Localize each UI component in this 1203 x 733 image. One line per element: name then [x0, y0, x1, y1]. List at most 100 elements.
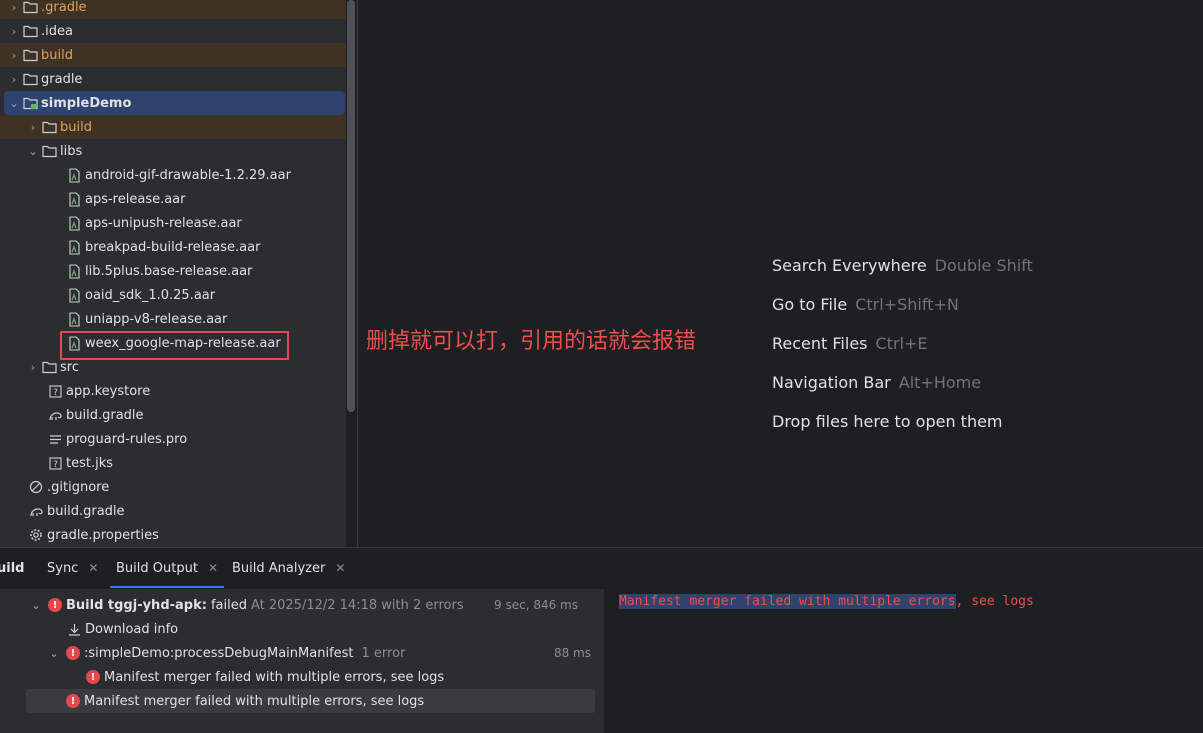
hint-action: Search Everywhere	[772, 256, 927, 275]
build-root-label: Build tggj-yhd-apk:	[66, 597, 207, 613]
tree-item-build-module[interactable]: › build	[0, 115, 346, 139]
error-icon: !	[86, 670, 100, 684]
tree-item-file[interactable]: ? app.keystore	[0, 379, 346, 403]
tree-item-label: .gitignore	[47, 479, 110, 495]
tree-item-libs[interactable]: ⌄ libs	[0, 139, 346, 163]
tree-item-aar[interactable]: aps-unipush-release.aar	[0, 211, 346, 235]
chevron-down-icon[interactable]: ⌄	[25, 145, 41, 158]
gradle-file-icon	[47, 407, 63, 423]
chevron-right-icon[interactable]: ›	[6, 1, 22, 14]
build-detail: At 2025/12/2 14:18 with 2 errors	[250, 597, 464, 613]
build-tab-bar: uild Sync ✕ Build Output ✕ Build Analyzer ✕	[0, 548, 1203, 588]
tree-item-file[interactable]: ? test.jks	[0, 451, 346, 475]
tree-item-aar[interactable]: uniapp-v8-release.aar	[0, 307, 346, 331]
tree-item-aar[interactable]: android-gif-drawable-1.2.29.aar	[0, 163, 346, 187]
tree-item-aar[interactable]: aps-release.aar	[0, 187, 346, 211]
console-line: Manifest merger failed with multiple err…	[619, 594, 1034, 609]
tree-item-label: breakpad-build-release.aar	[85, 239, 261, 255]
chevron-right-icon[interactable]: ›	[6, 73, 22, 86]
tree-item-label: .idea	[41, 23, 73, 39]
tree-item-label: proguard-rules.pro	[66, 431, 188, 447]
task-label: :simpleDemo:processDebugMainManifest	[84, 645, 354, 661]
folder-icon	[22, 71, 38, 87]
download-info-row[interactable]: Download info	[66, 617, 178, 641]
tree-item-label: android-gif-drawable-1.2.29.aar	[85, 167, 291, 183]
tab-sync[interactable]: Sync ✕	[47, 548, 98, 588]
close-icon[interactable]: ✕	[88, 561, 98, 575]
chevron-right-icon[interactable]: ›	[6, 49, 22, 62]
hint-recent-files: Recent Files Ctrl+E	[772, 334, 927, 353]
keystore-file-icon: ?	[47, 383, 63, 399]
tree-item-gradle-dir[interactable]: › .gradle	[0, 0, 346, 19]
folder-icon	[41, 359, 57, 375]
aar-file-icon	[66, 191, 82, 207]
tab-label: Build Analyzer	[232, 560, 326, 576]
tree-item-idea[interactable]: › .idea	[0, 19, 346, 43]
chevron-right-icon[interactable]: ›	[25, 121, 41, 134]
tree-item-aar[interactable]: breakpad-build-release.aar	[0, 235, 346, 259]
error-row-selected[interactable]: ! Manifest merger failed with multiple e…	[26, 689, 595, 713]
error-label: Manifest merger failed with multiple err…	[84, 693, 425, 709]
close-icon[interactable]: ✕	[335, 561, 345, 575]
download-info-label: Download info	[85, 621, 179, 637]
settings-file-icon	[28, 527, 44, 543]
chevron-down-icon[interactable]: ⌄	[6, 97, 22, 110]
download-icon	[66, 621, 82, 637]
hint-go-to-file: Go to File Ctrl+Shift+N	[772, 295, 959, 314]
tree-item-file[interactable]: build.gradle	[0, 499, 346, 523]
task-row[interactable]: ⌄ ! :simpleDemo:processDebugMainManifest…	[46, 641, 591, 665]
tree-item-label: gradle	[41, 71, 83, 87]
module-folder-icon	[22, 95, 38, 111]
ignore-file-icon	[28, 479, 44, 495]
tree-item-build-root[interactable]: › build	[0, 43, 346, 67]
tree-item-file[interactable]: build.gradle	[0, 403, 346, 427]
aar-file-icon	[66, 239, 82, 255]
tree-item-file[interactable]: proguard-rules.pro	[0, 427, 346, 451]
tree-item-file[interactable]: gradle.properties	[0, 523, 346, 547]
hint-shortcut: Alt+Home	[898, 373, 982, 392]
build-console[interactable]: Manifest merger failed with multiple err…	[608, 589, 1203, 733]
tree-item-label: build.gradle	[47, 503, 125, 519]
tab-build-output[interactable]: Build Output ✕	[110, 548, 224, 588]
tab-build-analyzer[interactable]: Build Analyzer ✕	[232, 548, 345, 588]
aar-file-icon	[66, 287, 82, 303]
build-duration: 9 sec, 846 ms	[494, 598, 578, 612]
tree-scrollbar[interactable]	[347, 0, 355, 412]
error-icon: !	[48, 598, 62, 612]
tree-item-file[interactable]: .gitignore	[0, 475, 346, 499]
aar-file-icon	[66, 167, 82, 183]
tree-item-gradle[interactable]: › gradle	[0, 67, 346, 91]
hint-shortcut: Ctrl+E	[875, 334, 928, 353]
hint-shortcut: Double Shift	[934, 256, 1033, 275]
tree-item-simpledemo[interactable]: ⌄ simpleDemo	[4, 91, 345, 115]
tree-item-label: aps-release.aar	[85, 191, 186, 207]
tree-item-aar[interactable]: oaid_sdk_1.0.25.aar	[0, 283, 346, 307]
tree-item-label: build	[41, 47, 73, 63]
close-icon[interactable]: ✕	[208, 561, 218, 575]
gradle-file-icon	[28, 503, 44, 519]
chevron-right-icon[interactable]: ›	[6, 25, 22, 38]
tab-label: Sync	[47, 560, 79, 576]
folder-icon	[22, 0, 38, 15]
tree-item-label: uniapp-v8-release.aar	[85, 311, 228, 327]
tree-item-aar[interactable]: lib.5plus.base-release.aar	[0, 259, 346, 283]
folder-icon	[41, 119, 57, 135]
folder-icon	[22, 23, 38, 39]
task-duration: 88 ms	[553, 646, 591, 660]
folder-icon	[41, 143, 57, 159]
task-error-row[interactable]: ! Manifest merger failed with multiple e…	[86, 665, 444, 689]
folder-icon	[22, 47, 38, 63]
build-window-title: uild	[0, 560, 25, 576]
hint-action: Navigation Bar	[772, 373, 891, 392]
text-file-icon	[47, 431, 63, 447]
hint-action: Go to File	[772, 295, 848, 314]
hint-shortcut: Ctrl+Shift+N	[855, 295, 959, 314]
build-tree-root[interactable]: ⌄ ! Build tggj-yhd-apk: failed At 2025/1…	[28, 593, 591, 617]
chevron-down-icon[interactable]: ⌄	[28, 599, 44, 612]
svg-text:?: ?	[53, 388, 58, 398]
tab-label: Build Output	[116, 560, 198, 576]
build-status: failed	[210, 597, 247, 613]
chevron-right-icon[interactable]: ›	[25, 361, 41, 374]
chevron-down-icon[interactable]: ⌄	[46, 647, 62, 660]
tree-item-label: oaid_sdk_1.0.25.aar	[85, 287, 216, 303]
